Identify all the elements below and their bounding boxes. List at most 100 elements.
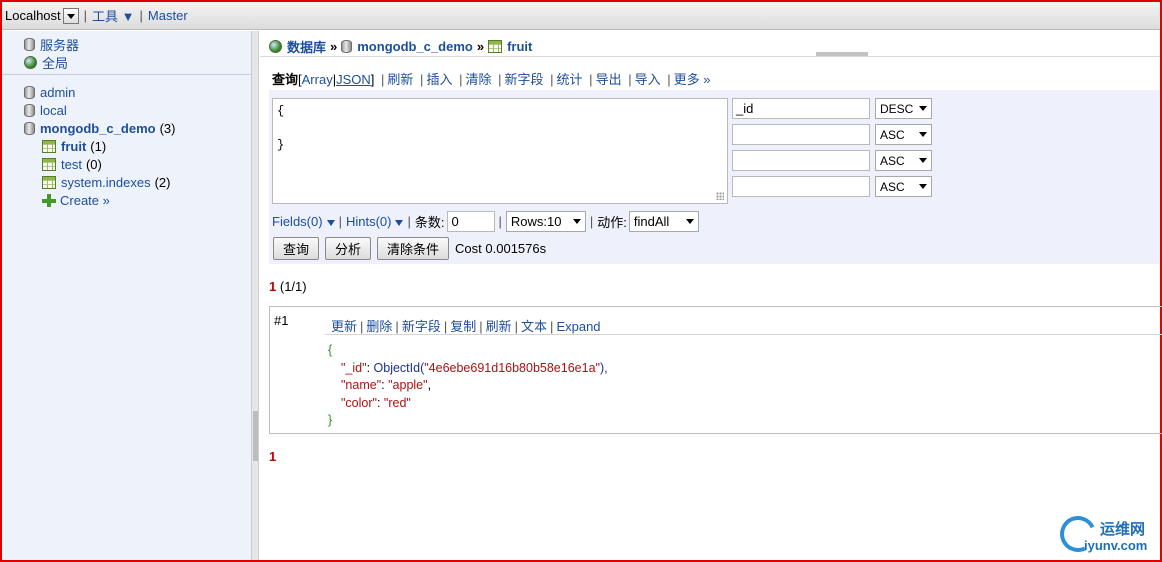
separator: | <box>83 8 88 23</box>
record-document: { "_id": ObjectId("4e6ebe691d16b80b58e16… <box>328 342 608 430</box>
create-collection-link[interactable]: Create » <box>42 193 110 208</box>
doc-close-brace: } <box>328 413 333 427</box>
splitter[interactable] <box>252 31 259 560</box>
table-icon <box>488 40 503 53</box>
master-link[interactable]: Master <box>148 8 188 23</box>
separator: | <box>498 72 502 87</box>
sort-order-select[interactable]: DESC <box>875 98 932 119</box>
doc-value: "apple" <box>388 378 428 392</box>
sidebar-item-label: 服务器 <box>40 38 80 53</box>
table-icon <box>42 140 56 153</box>
database-icon <box>24 122 35 135</box>
sidebar-item-label: test <box>61 157 82 172</box>
op-json[interactable]: JSON <box>336 72 371 87</box>
op-refresh[interactable]: 刷新 <box>387 72 413 87</box>
query-button[interactable]: 查询 <box>273 237 320 260</box>
host-dropdown-icon[interactable] <box>62 7 79 24</box>
op-clear[interactable]: 清除 <box>465 72 491 87</box>
doc-field-color: "color": "red" <box>328 395 608 413</box>
page-number[interactable]: 1 <box>269 279 276 294</box>
separator: | <box>498 214 502 229</box>
resize-grip-icon[interactable] <box>716 192 724 200</box>
sidebar: 服务器 全局 admin local mongodb_c_demo (3) fr… <box>2 31 252 560</box>
breadcrumb-separator: » <box>476 39 485 54</box>
record-delete-link[interactable]: 删除 <box>366 319 392 334</box>
breadcrumb-database[interactable]: mongodb_c_demo <box>357 39 473 54</box>
sidebar-item-server[interactable]: 服务器 <box>24 35 79 54</box>
host-selector-label[interactable]: Localhost <box>5 8 61 23</box>
sort-order-select[interactable]: ASC <box>875 176 932 197</box>
separator: | <box>360 319 364 334</box>
record-text-link[interactable]: 文本 <box>521 319 547 334</box>
sort-order-select[interactable]: ASC <box>875 124 932 145</box>
record-refresh-link[interactable]: 刷新 <box>486 319 512 334</box>
limit-label: 条数: <box>414 215 445 230</box>
breadcrumb-databases[interactable]: 数据库 <box>287 37 326 56</box>
fields-toggle[interactable]: Fields(0) <box>272 214 335 229</box>
doc-colon: : <box>366 360 374 375</box>
sidebar-item-fruit[interactable]: fruit (1) <box>42 139 106 154</box>
sort-field-input[interactable]: _id <box>732 98 870 119</box>
breadcrumb-collection[interactable]: fruit <box>507 39 532 54</box>
sort-row: ASC <box>732 176 932 197</box>
chevron-down-icon <box>572 219 581 224</box>
item-count: (0) <box>85 157 102 172</box>
separator: | <box>139 8 143 23</box>
hints-toggle[interactable]: Hints(0) <box>346 214 404 229</box>
rows-select[interactable]: Rows:10 <box>505 211 586 232</box>
top-toolbar: Localhost | 工具 ▼ | Master <box>2 2 1160 30</box>
record-copy-link[interactable]: 复制 <box>450 319 476 334</box>
sort-field-input[interactable] <box>732 150 870 171</box>
separator: | <box>381 72 385 87</box>
op-more[interactable]: 更多 » <box>674 72 711 87</box>
database-icon <box>24 86 35 99</box>
tools-menu[interactable]: 工具 ▼ <box>92 6 134 25</box>
watermark-logo: 运维网 iyunv.com <box>1054 510 1160 558</box>
divider <box>325 334 1162 335</box>
rows-value: Rows:10 <box>510 214 562 229</box>
sort-field-input[interactable] <box>732 124 870 145</box>
op-new-field[interactable]: 新字段 <box>505 72 544 87</box>
pagination-footer: 1 <box>269 449 276 464</box>
sidebar-item-system-indexes[interactable]: system.indexes (2) <box>42 175 170 190</box>
scroll-tab[interactable] <box>816 52 868 56</box>
query-text-line: { <box>277 104 285 118</box>
chevron-down-icon <box>685 219 694 224</box>
page-total: (1/1) <box>279 279 307 294</box>
separator: | <box>550 319 554 334</box>
op-insert[interactable]: 插入 <box>426 72 452 87</box>
op-query[interactable]: 查询 <box>272 72 298 87</box>
bracket: ] <box>370 72 375 87</box>
doc-function-close: ), <box>599 360 608 375</box>
clear-conditions-button[interactable]: 清除条件 <box>377 237 450 260</box>
sort-order-select[interactable]: ASC <box>875 150 932 171</box>
sidebar-item-test[interactable]: test (0) <box>42 157 102 172</box>
record-new-field-link[interactable]: 新字段 <box>402 319 441 334</box>
watermark-title: 运维网 <box>1100 521 1146 538</box>
splitter-grip[interactable] <box>253 411 258 461</box>
sort-order-value: ASC <box>880 153 905 168</box>
op-export[interactable]: 导出 <box>596 72 622 87</box>
op-array[interactable]: Array <box>302 72 333 87</box>
explain-button[interactable]: 分析 <box>325 237 372 260</box>
sidebar-item-admin[interactable]: admin <box>24 85 75 100</box>
doc-field-name: "name": "apple", <box>328 377 608 395</box>
sort-field-input[interactable] <box>732 176 870 197</box>
sidebar-item-label: local <box>40 103 67 118</box>
separator: | <box>407 214 411 229</box>
sidebar-item-local[interactable]: local <box>24 103 67 118</box>
result-record: #1 更新 | 删除 | 新字段 | 复制 | 刷新 | 文本 | Expand { "_id": Ob… <box>269 306 1162 434</box>
divider <box>2 74 251 75</box>
record-update-link[interactable]: 更新 <box>331 319 357 334</box>
query-textarea[interactable]: { } <box>272 98 728 204</box>
page-number[interactable]: 1 <box>269 449 276 464</box>
sidebar-item-global[interactable]: 全局 <box>24 53 68 72</box>
sidebar-item-mongodb-c-demo[interactable]: mongodb_c_demo (3) <box>24 121 175 136</box>
chevron-down-icon <box>326 219 335 226</box>
limit-input[interactable]: 0 <box>446 211 495 232</box>
separator: | <box>420 72 424 87</box>
action-select[interactable]: findAll <box>628 211 699 232</box>
op-import[interactable]: 导入 <box>635 72 661 87</box>
record-expand-link[interactable]: Expand <box>556 319 600 334</box>
op-stats[interactable]: 统计 <box>557 72 583 87</box>
